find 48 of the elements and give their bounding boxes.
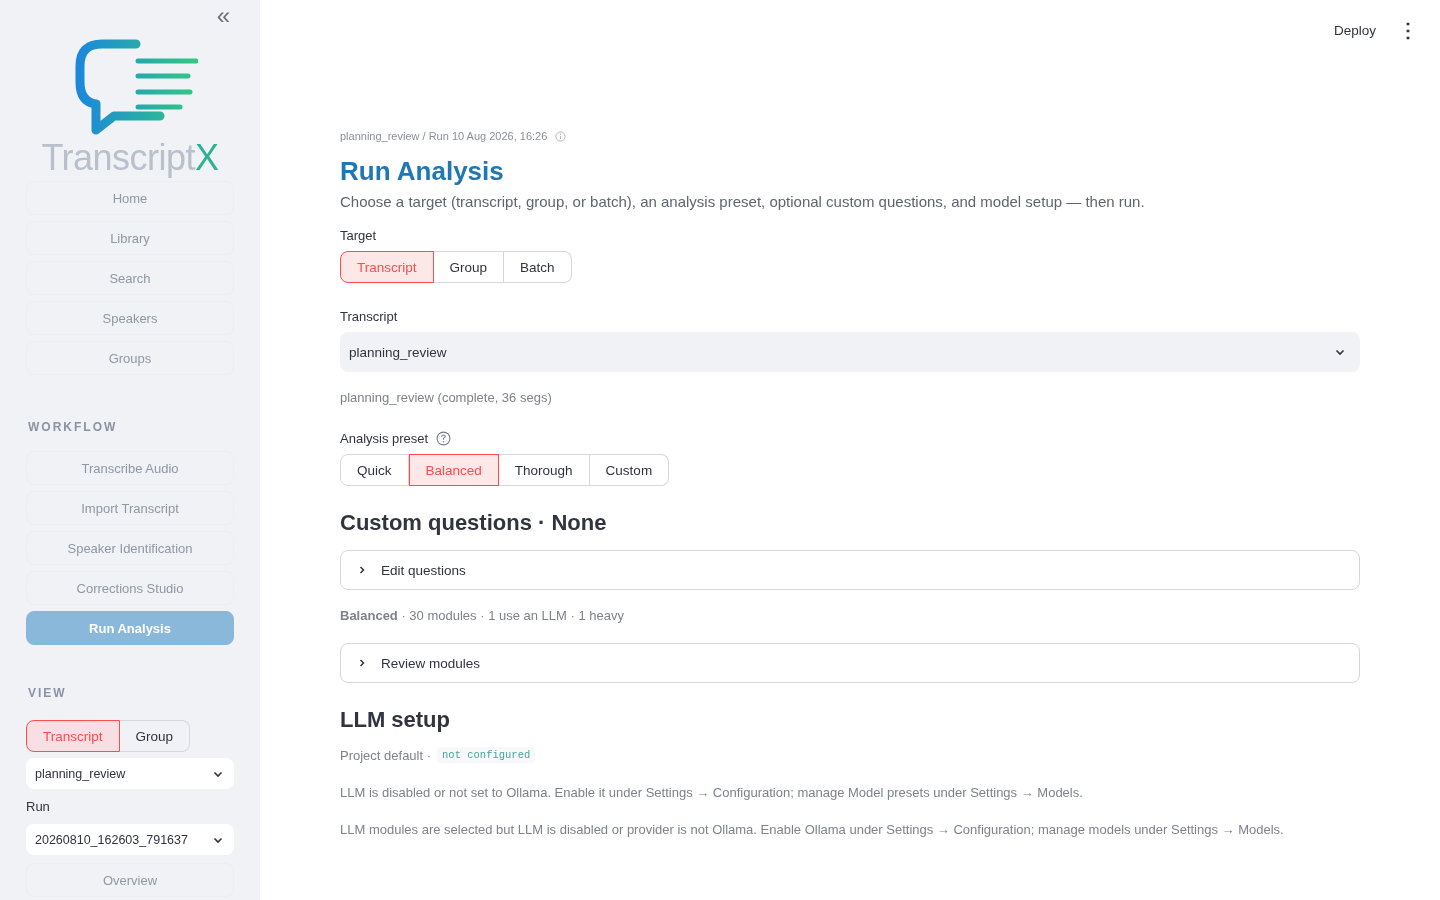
nav-item[interactable]: Groups bbox=[26, 341, 234, 375]
run-label: Run bbox=[26, 799, 51, 814]
transcript-select[interactable]: planning_review bbox=[340, 332, 1360, 372]
nav-item[interactable]: Speakers bbox=[26, 301, 234, 335]
collapse-sidebar-button[interactable]: « bbox=[210, 2, 236, 30]
nav-item[interactable]: Library bbox=[26, 221, 234, 255]
review-modules-expander[interactable]: Review modules bbox=[340, 643, 1360, 683]
preset-option[interactable]: Custom bbox=[589, 454, 670, 486]
field-label: Transcript bbox=[340, 309, 399, 324]
nav-item[interactable]: Speaker Identification bbox=[26, 531, 234, 565]
view-tab[interactable]: Group bbox=[119, 720, 191, 752]
view-tab[interactable]: Transcript bbox=[26, 720, 120, 752]
nav-item[interactable]: Overview bbox=[26, 863, 234, 897]
llm-note: LLM modules are selected but LLM is disabled or provider is not Ollama. Enable Ollama under Settings → Configuration; manage models under Settings → Models. bbox=[340, 822, 1285, 837]
nav-item[interactable]: Corrections Studio bbox=[26, 571, 234, 605]
page-description: Choose a target (transcript, group, or batch), an analysis preset, optional custom questions, and model setup — then run. bbox=[340, 193, 1146, 210]
edit-questions-expander[interactable]: Edit questions bbox=[340, 550, 1360, 590]
field-label: Target bbox=[340, 228, 378, 243]
llm-note: LLM is disabled or not set to Ollama. Enable it under Settings → Configuration; manage Model presets under Settings → Models. bbox=[340, 785, 1084, 800]
run-select[interactable]: 20260810_162603_791637 bbox=[26, 824, 234, 855]
preset-option[interactable]: Thorough bbox=[498, 454, 590, 486]
target-option[interactable]: Batch bbox=[504, 251, 572, 283]
info-icon bbox=[555, 130, 567, 142]
deploy-button[interactable]: Deploy bbox=[1327, 21, 1382, 39]
nav-item[interactable]: Import Transcript bbox=[26, 491, 234, 525]
chevron-right-icon bbox=[357, 658, 367, 668]
status-code: not configured bbox=[437, 747, 536, 763]
nav-item[interactable]: Home bbox=[26, 181, 234, 215]
transcript-select[interactable]: planning_review bbox=[26, 758, 234, 789]
page-title: Run Analysis bbox=[340, 156, 505, 187]
preset-option[interactable]: Quick bbox=[340, 454, 409, 486]
section-title: VIEW bbox=[28, 686, 68, 700]
section-title: WORKFLOW bbox=[28, 420, 119, 434]
menu-button[interactable]: ⋮ bbox=[1394, 18, 1422, 42]
target-option[interactable]: Transcript bbox=[340, 251, 434, 283]
preset-summary: Balanced · 30 modules · 1 use an LLM · 1 heavy bbox=[340, 608, 625, 623]
section-heading: Custom questions · None bbox=[340, 510, 608, 536]
preset-option[interactable]: Balanced bbox=[408, 454, 499, 486]
field-label: Analysis preset bbox=[340, 431, 429, 446]
nav-item[interactable]: Search bbox=[26, 261, 234, 295]
nav-item[interactable]: Transcribe Audio bbox=[26, 451, 234, 485]
chevron-right-icon bbox=[357, 565, 367, 575]
help-icon[interactable] bbox=[436, 431, 452, 446]
transcript-caption: planning_review (complete, 36 segs) bbox=[340, 390, 553, 405]
section-heading: LLM setup bbox=[340, 707, 451, 733]
breadcrumb: planning_review / Run 10 Aug 2026, 16:26 bbox=[340, 130, 548, 142]
project-default-label: Project default · bbox=[340, 747, 432, 763]
target-option[interactable]: Group bbox=[433, 251, 505, 283]
